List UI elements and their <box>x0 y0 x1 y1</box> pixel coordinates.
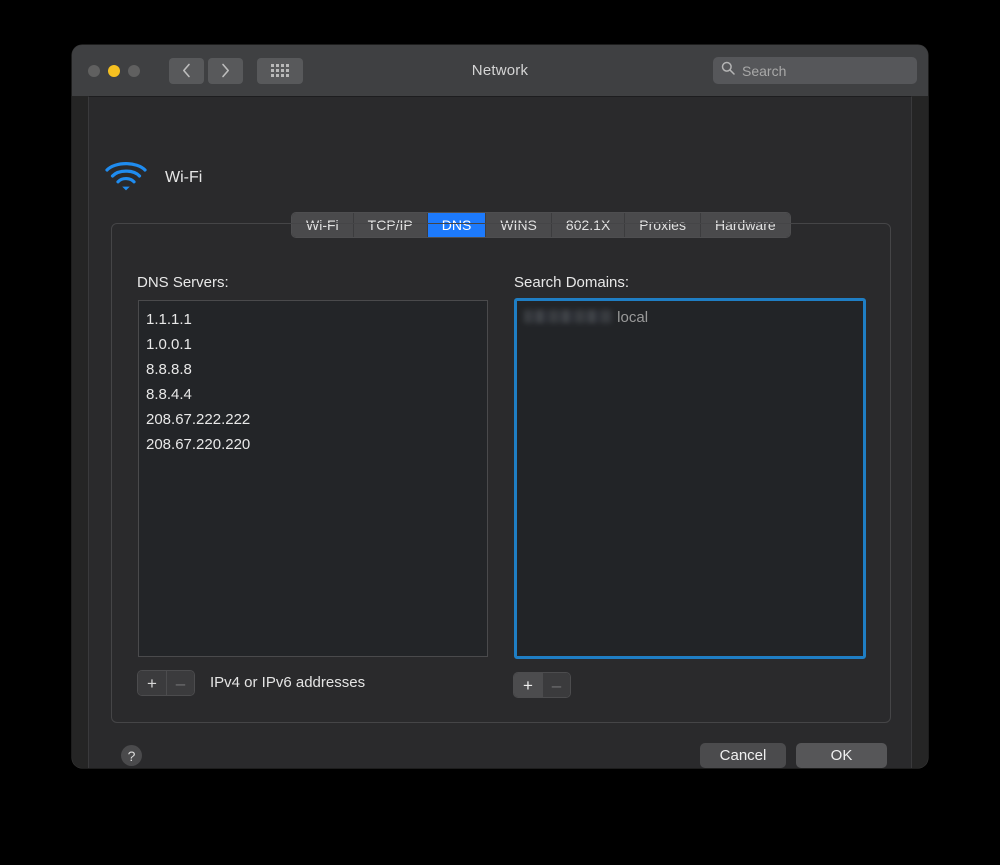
back-button[interactable] <box>169 57 204 84</box>
search-domains-add-remove-group: + – <box>514 673 570 697</box>
show-all-button[interactable] <box>257 57 303 84</box>
remove-search-domain-button[interactable]: – <box>542 673 570 697</box>
search-domains-label: Search Domains: <box>514 274 630 291</box>
add-search-domain-button[interactable]: + <box>514 673 542 697</box>
cancel-button[interactable]: Cancel <box>700 743 786 768</box>
grid-icon <box>271 64 289 77</box>
list-item[interactable]: 208.67.220.220 <box>139 433 487 458</box>
add-dns-server-button[interactable]: + <box>138 671 166 695</box>
window-titlebar: Network Search <box>72 45 928 96</box>
redacted-domain-text <box>524 310 612 323</box>
remove-dns-server-button[interactable]: – <box>166 671 194 695</box>
dns-servers-list[interactable]: 1.1.1.1 1.0.0.1 8.8.8.8 8.8.4.4 208.67.2… <box>138 300 488 657</box>
list-item[interactable]: 1.1.1.1 <box>139 308 487 333</box>
service-name: Wi-Fi <box>165 169 203 186</box>
search-input[interactable]: Search <box>713 57 917 84</box>
dns-servers-label: DNS Servers: <box>137 274 229 291</box>
navigation-button-group <box>169 57 243 84</box>
list-item[interactable]: 8.8.4.4 <box>139 383 487 408</box>
dns-servers-add-remove-group: + – <box>138 671 194 695</box>
network-preferences-window: Network Search Wi-Fi Wi-Fi TCP/IP DNS WI… <box>72 45 928 768</box>
help-button[interactable]: ? <box>121 745 142 766</box>
chevron-left-icon <box>182 63 191 78</box>
forward-button[interactable] <box>208 57 243 84</box>
list-item[interactable]: 1.0.0.1 <box>139 333 487 358</box>
chevron-right-icon <box>221 63 230 78</box>
dns-address-format-hint: IPv4 or IPv6 addresses <box>210 674 366 691</box>
search-placeholder-text: Search <box>742 62 787 79</box>
zoom-button-icon[interactable] <box>128 64 140 77</box>
preferences-content-area: Wi-Fi Wi-Fi TCP/IP DNS WINS 802.1X Proxi… <box>88 96 912 768</box>
domain-suffix-text: local <box>617 309 649 326</box>
list-item[interactable]: 8.8.8.8 <box>139 358 487 383</box>
traffic-light-group <box>88 64 140 77</box>
search-icon <box>721 61 735 80</box>
search-domains-list[interactable]: local <box>514 298 866 659</box>
ok-button[interactable]: OK <box>796 743 887 768</box>
list-item[interactable]: 208.67.222.222 <box>139 408 487 433</box>
wifi-icon <box>105 159 147 197</box>
close-button-icon[interactable] <box>88 64 100 77</box>
minimize-button-icon[interactable] <box>108 64 120 77</box>
list-item[interactable]: local <box>517 306 863 331</box>
service-header: Wi-Fi <box>105 159 202 197</box>
